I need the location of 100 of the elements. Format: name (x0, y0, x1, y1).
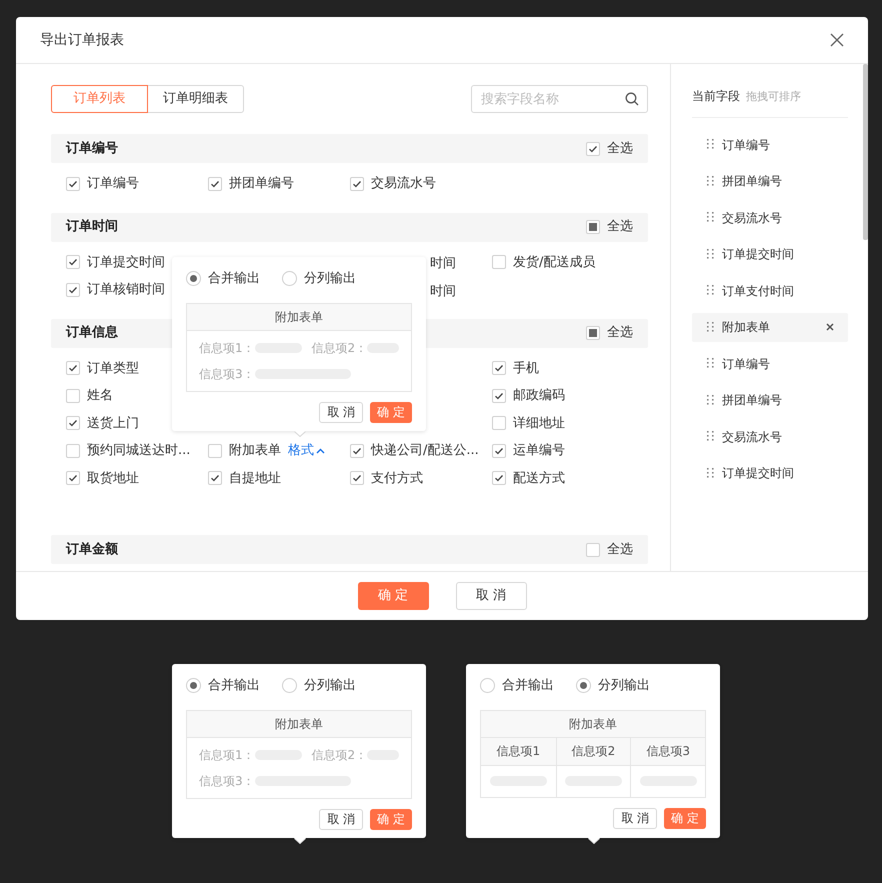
check-icon (68, 284, 78, 295)
radio-button[interactable] (282, 271, 297, 286)
checkbox[interactable] (208, 444, 222, 458)
check-icon (68, 178, 78, 189)
field-list-item[interactable]: 订单编号 (692, 130, 848, 159)
field-label: 运单编号 (513, 442, 565, 460)
field-list-item[interactable]: 订单编号 (692, 350, 848, 378)
drag-handle-icon[interactable] (706, 284, 714, 298)
tab[interactable]: 订单明细表 (147, 85, 244, 113)
check-icon (68, 257, 78, 268)
table-title: 附加表单 (275, 308, 323, 326)
field-list-item[interactable]: 订单提交时间 (692, 240, 848, 268)
drag-handle-icon[interactable] (706, 466, 714, 480)
checkbox[interactable] (586, 220, 600, 234)
field-label: 订单提交时间 (87, 254, 165, 272)
checkbox[interactable] (66, 282, 80, 297)
field-name: 交易流水号 (722, 210, 783, 227)
radio-label: 分列输出 (304, 677, 356, 695)
cancel-button[interactable]: 取 消 (613, 808, 658, 828)
radio-button[interactable] (480, 678, 495, 694)
close-icon[interactable] (826, 323, 834, 332)
checkbox[interactable] (492, 388, 506, 403)
drag-handle-icon[interactable] (706, 394, 714, 407)
checkbox[interactable] (586, 326, 600, 340)
checkbox[interactable] (66, 176, 80, 191)
field-name: 交易流水号 (722, 428, 783, 446)
radio-button[interactable] (186, 678, 201, 694)
search-field[interactable]: 搜索字段名称 (471, 85, 648, 113)
radio-button[interactable] (282, 678, 297, 694)
field-list-item[interactable]: 交易流水号 (692, 422, 848, 451)
column-header: 信息项3 (646, 743, 690, 760)
radio-button[interactable] (576, 678, 591, 694)
drag-handle-icon[interactable] (706, 211, 714, 224)
checkbox[interactable] (350, 471, 364, 486)
field-label: 信息项3： (199, 366, 255, 382)
check-icon (588, 144, 598, 154)
drag-handle-icon[interactable] (706, 430, 714, 444)
checkbox[interactable] (208, 176, 222, 191)
checkbox[interactable] (208, 471, 222, 486)
field-label: 信息项1： (199, 340, 255, 356)
field-label: 自提地址 (229, 470, 281, 488)
field-list-item[interactable]: 交易流水号 (692, 204, 848, 232)
checkbox[interactable] (66, 361, 80, 376)
check-icon (210, 473, 220, 484)
field-list-item[interactable]: 拼团单编号 (692, 386, 848, 414)
check-icon (352, 446, 362, 456)
drag-handle-icon[interactable] (706, 357, 714, 370)
field-label: 详细地址 (513, 414, 565, 432)
cancel-button[interactable]: 取 消 (319, 402, 364, 422)
radio-button[interactable] (186, 271, 201, 286)
section-title: 订单信息 (66, 324, 118, 342)
field-label: 邮政编码 (513, 387, 565, 405)
checkbox[interactable] (350, 444, 364, 458)
check-icon (494, 473, 504, 484)
checkbox[interactable] (66, 416, 80, 430)
drag-handle-icon[interactable] (706, 248, 714, 261)
column-header: 信息项2 (572, 743, 616, 760)
field-name: 订单提交时间 (722, 246, 795, 264)
check-icon (494, 390, 504, 401)
checkbox[interactable] (66, 471, 80, 486)
drag-handle-icon[interactable] (706, 174, 714, 188)
checkbox[interactable] (586, 542, 600, 556)
checkbox[interactable] (350, 176, 364, 191)
field-list-item[interactable]: 订单提交时间 (692, 459, 848, 488)
checkbox[interactable] (492, 361, 506, 376)
radio-label: 分列输出 (598, 677, 650, 695)
field-name: 订单编号 (722, 136, 771, 154)
check-icon (68, 473, 78, 484)
field-label: 信息项3： (199, 772, 255, 790)
checkbox[interactable] (66, 444, 80, 458)
drag-handle-icon[interactable] (706, 138, 714, 152)
field-list-item[interactable]: 附加表单 (692, 313, 848, 342)
scrollbar[interactable] (863, 64, 868, 240)
cancel-button[interactable]: 取 消 (456, 582, 526, 610)
checkbox[interactable] (586, 142, 600, 156)
checkbox[interactable] (492, 471, 506, 486)
field-name: 订单支付时间 (722, 282, 795, 300)
radio-label: 分列输出 (304, 270, 356, 288)
checkbox[interactable] (492, 444, 506, 458)
format-link[interactable]: 格式 (288, 441, 325, 460)
cancel-button[interactable]: 取 消 (319, 808, 364, 830)
checkbox[interactable] (492, 255, 506, 270)
close-icon[interactable] (830, 33, 844, 47)
checkbox[interactable] (66, 388, 80, 403)
check-icon (352, 178, 362, 189)
chevron-up-icon (316, 448, 325, 454)
checkbox[interactable] (492, 416, 506, 430)
field-label: 信息项2： (312, 746, 368, 764)
field-name: 订单提交时间 (722, 465, 795, 482)
field-label: 姓名 (87, 387, 113, 405)
field-list-item[interactable]: 订单支付时间 (692, 276, 848, 305)
section-title: 订单金额 (66, 540, 118, 559)
drag-handle-icon[interactable] (706, 320, 714, 334)
checkbox[interactable] (66, 255, 80, 270)
radio-label: 合并输出 (502, 677, 554, 695)
field-label: 订单核销时间 (87, 281, 165, 299)
radio-label: 合并输出 (208, 677, 260, 695)
field-list-item[interactable]: 拼团单编号 (692, 167, 848, 196)
section-title: 订单时间 (66, 218, 118, 236)
field-name: 订单编号 (722, 356, 771, 373)
